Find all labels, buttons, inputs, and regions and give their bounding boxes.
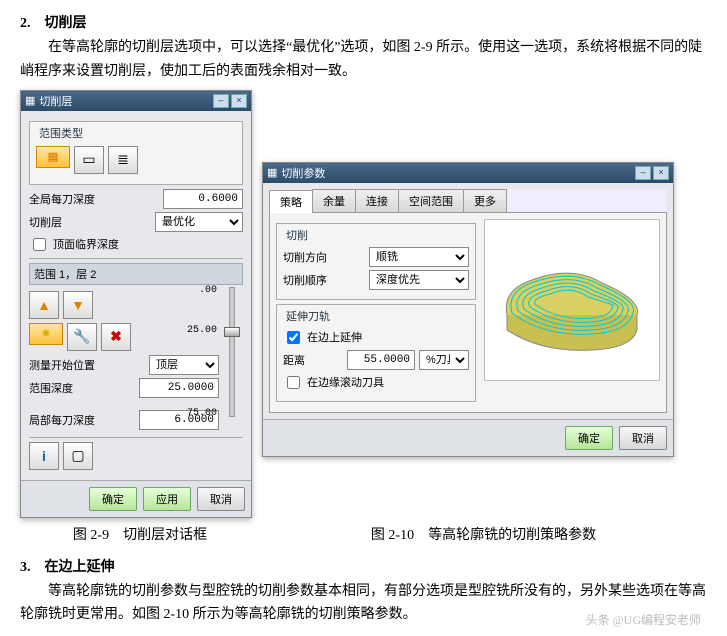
- group-label: 范围类型: [36, 125, 86, 141]
- edit-range-button[interactable]: 🔧: [67, 323, 97, 351]
- arrow-up-icon: ▲: [37, 297, 51, 313]
- ok-button[interactable]: 确定: [565, 426, 613, 450]
- close-icon[interactable]: ×: [653, 166, 669, 180]
- measure-start-select[interactable]: 顶层: [149, 355, 219, 375]
- section-heading-2: 2. 切削层: [20, 12, 707, 32]
- slider-top-label: .00: [199, 285, 217, 296]
- tab-connect[interactable]: 连接: [355, 189, 399, 212]
- grip-icon: ▦: [25, 94, 35, 107]
- single-layer-icon: ▭: [82, 151, 95, 168]
- global-depth-input[interactable]: [163, 189, 243, 209]
- extend-group: 延伸刀轨 在边上延伸 距离 %刀具 在边缘滚动刀具: [276, 304, 476, 402]
- figure-2-10-caption: 图 2-10 等高轮廓铣的切削策略参数: [260, 524, 707, 544]
- display-button[interactable]: ▢: [63, 442, 93, 470]
- cut-order-label: 切削顺序: [283, 272, 365, 288]
- range-type-option-1[interactable]: ▤: [36, 146, 70, 168]
- distance-input[interactable]: [347, 350, 415, 370]
- arrow-down-icon: ▼: [71, 297, 85, 313]
- measure-start-label: 测量开始位置: [29, 357, 145, 373]
- tab-space[interactable]: 空间范围: [398, 189, 464, 212]
- top-critical-label: 顶面临界深度: [53, 236, 119, 252]
- dialog-title: 切削层: [39, 93, 72, 109]
- depth-slider[interactable]: .00 25.00 75.00: [219, 287, 243, 417]
- minimize-icon[interactable]: –: [635, 166, 651, 180]
- dialog-titlebar: ▦ 切削参数 – ×: [263, 163, 673, 183]
- tab-more[interactable]: 更多: [463, 189, 507, 212]
- tab-strategy[interactable]: 策略: [269, 190, 313, 213]
- grip-icon: ▦: [267, 166, 277, 179]
- local-depth-label: 局部每刀深度: [29, 412, 135, 428]
- tab-stock[interactable]: 余量: [312, 189, 356, 212]
- cut-direction-select[interactable]: 顺铣: [369, 247, 469, 267]
- range-type-group: 范围类型 ▤ ▭ ≣: [29, 121, 243, 185]
- wrench-icon: 🔧: [73, 328, 90, 345]
- dialog-titlebar: ▦ 切削层 – ×: [21, 91, 251, 111]
- slider-mid-label: 25.00: [187, 325, 217, 336]
- tabs-bar: 策略 余量 连接 空间范围 更多: [269, 189, 667, 213]
- ok-button[interactable]: 确定: [89, 487, 137, 511]
- cut-params-dialog: ▦ 切削参数 – × 策略 余量 连接 空间范围 更多 切削 切削方向: [262, 162, 674, 457]
- delete-range-button[interactable]: ✖: [101, 323, 131, 351]
- add-above-button[interactable]: ▲: [29, 291, 59, 319]
- figure-2-9-caption: 图 2-9 切削层对话框: [20, 524, 260, 544]
- star-icon: ✸: [41, 327, 50, 340]
- cut-group: 切削 切削方向 顺铣 切削顺序 深度优先: [276, 223, 476, 300]
- distance-label: 距离: [283, 352, 343, 368]
- cancel-button[interactable]: 取消: [619, 426, 667, 450]
- layers-icon: ▤: [48, 150, 58, 163]
- extend-on-edge-label: 在边上延伸: [307, 329, 362, 345]
- group-label: 切削: [283, 227, 311, 243]
- roll-edge-label: 在边缘滚动刀具: [307, 374, 384, 390]
- cut-direction-label: 切削方向: [283, 249, 365, 265]
- paragraph-1: 在等高轮廓的切削层选项中，可以选择“最优化”选项，如图 2-9 所示。使用这一选…: [20, 36, 707, 84]
- preview-pane: [484, 219, 660, 381]
- top-critical-checkbox[interactable]: [33, 238, 46, 251]
- cut-level-label: 切削层: [29, 214, 151, 230]
- range-depth-label: 范围深度: [29, 380, 135, 396]
- add-range-button[interactable]: ✸: [29, 323, 63, 345]
- extend-on-edge-checkbox[interactable]: [287, 331, 300, 344]
- delete-icon: ✖: [110, 328, 122, 345]
- cancel-button[interactable]: 取消: [197, 487, 245, 511]
- distance-unit-select[interactable]: %刀具: [419, 350, 469, 370]
- roll-edge-checkbox[interactable]: [287, 376, 300, 389]
- range-type-option-2[interactable]: ▭: [74, 146, 104, 174]
- cut-level-dialog: ▦ 切削层 – × 范围类型 ▤ ▭ ≣ 全局每刀深度 切削层: [20, 90, 252, 518]
- toolpath-preview-icon: [492, 245, 652, 355]
- captions-row: 图 2-9 切削层对话框 图 2-10 等高轮廓铣的切削策略参数: [20, 520, 707, 552]
- global-depth-label: 全局每刀深度: [29, 191, 159, 207]
- group-label: 延伸刀轨: [283, 308, 333, 324]
- info-icon: i: [42, 448, 46, 464]
- range-section-title: 范围 1，层 2: [29, 263, 243, 285]
- range-type-option-3[interactable]: ≣: [108, 146, 138, 174]
- range-depth-input[interactable]: [139, 378, 219, 398]
- slider-bot-label: 75.00: [187, 408, 217, 419]
- cut-level-select[interactable]: 最优化: [155, 212, 243, 232]
- figures-row: ▦ 切削层 – × 范围类型 ▤ ▭ ≣ 全局每刀深度 切削层: [20, 90, 707, 518]
- close-icon[interactable]: ×: [231, 94, 247, 108]
- cut-order-select[interactable]: 深度优先: [369, 270, 469, 290]
- add-below-button[interactable]: ▼: [63, 291, 93, 319]
- apply-button[interactable]: 应用: [143, 487, 191, 511]
- dialog-title: 切削参数: [281, 165, 325, 181]
- info-button[interactable]: i: [29, 442, 59, 470]
- minimize-icon[interactable]: –: [213, 94, 229, 108]
- display-icon: ▢: [71, 447, 84, 464]
- user-layer-icon: ≣: [117, 151, 129, 168]
